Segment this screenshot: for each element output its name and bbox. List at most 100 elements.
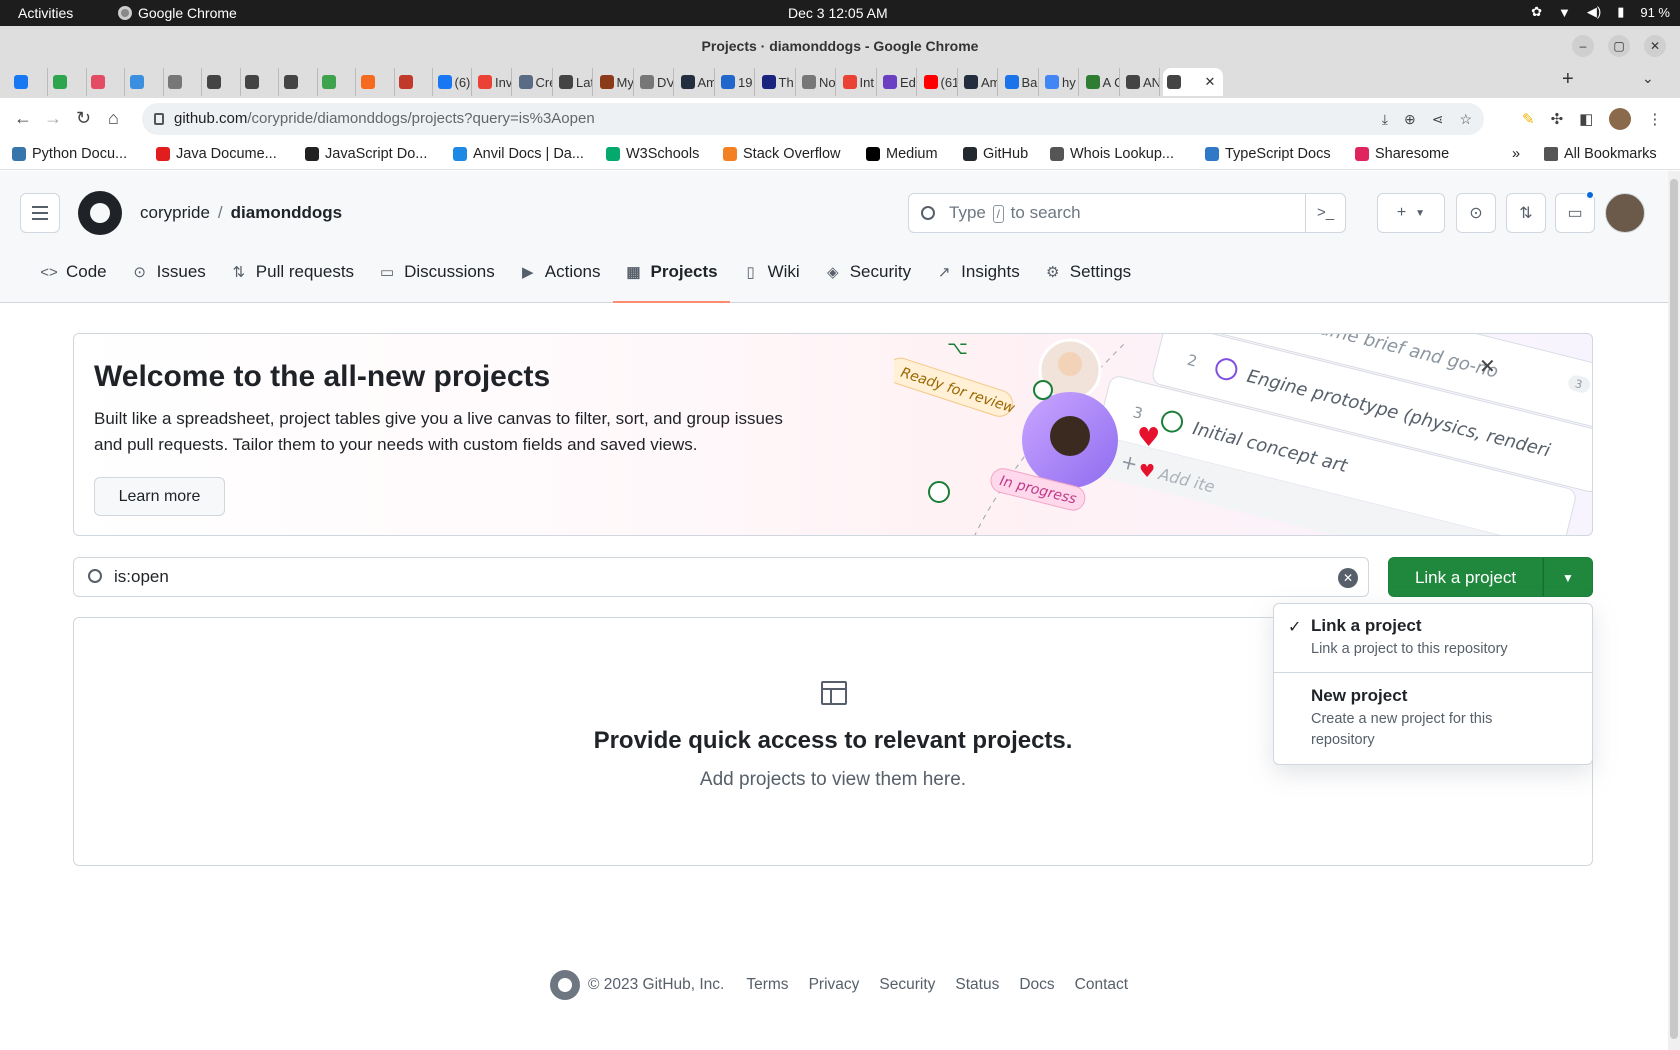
tab-settings[interactable]: ⚙ Settings [1032,249,1143,295]
browser-tab[interactable]: My [596,68,634,96]
browser-tab[interactable]: No [798,68,836,96]
forward-arrow-icon[interactable]: → [44,108,62,129]
new-tab-button[interactable]: + [1562,68,1574,91]
tab-issues[interactable]: ⊙ Issues [119,249,218,295]
profile-avatar[interactable] [1609,108,1632,130]
issues-button[interactable]: ⊙ [1456,193,1496,233]
tab-code[interactable]: <> Code [28,249,119,295]
browser-tab[interactable]: Ba [1001,68,1039,96]
activities-button[interactable]: Activities [18,5,73,21]
reload-icon[interactable]: ↻ [76,108,91,129]
browser-tab[interactable] [87,68,125,96]
repo-name-link[interactable]: diamonddogs [231,203,342,222]
footer-link-privacy[interactable]: Privacy [809,976,860,994]
browser-tab[interactable] [126,68,164,96]
browser-tab[interactable]: Am [677,68,715,96]
install-icon[interactable]: ⤓ [1382,103,1388,135]
browser-tab[interactable]: Inv [474,68,512,96]
close-tab-icon[interactable]: ✕ [1205,74,1216,90]
browser-tab[interactable] [10,68,48,96]
browser-tab[interactable]: 19 [717,68,755,96]
browser-tab[interactable]: Lat [555,68,593,96]
browser-tab[interactable] [357,68,395,96]
create-new-button[interactable]: + ▼ [1377,193,1445,233]
tab-security[interactable]: ◈ Security [812,249,923,295]
tab-search-chevron-icon[interactable]: ⌄ [1642,70,1654,87]
browser-tab[interactable] [395,68,433,96]
learn-more-button[interactable]: Learn more [94,477,225,516]
scrollbar-thumb[interactable] [1670,179,1678,1039]
user-avatar[interactable] [1605,193,1645,233]
bookmark-item[interactable]: Stack Overflow [723,146,841,162]
browser-tab[interactable]: (61 [920,68,958,96]
menu-item-link-project[interactable]: ✓ Link a project Link a project to this … [1274,616,1592,660]
back-arrow-icon[interactable]: ← [14,108,32,129]
tab-active[interactable]: ✕ [1162,68,1223,96]
browser-tab[interactable] [49,68,87,96]
bookmark-item[interactable]: TypeScript Docs [1205,146,1331,162]
footer-link-contact[interactable]: Contact [1075,976,1128,994]
project-filter-input[interactable]: is:open ✕ [73,557,1369,597]
minimize-icon[interactable]: – [1572,35,1594,57]
menu-item-new-project[interactable]: New project Create a new project for thi… [1274,686,1592,751]
hamburger-menu-icon[interactable] [20,193,60,233]
browser-tab[interactable] [241,68,279,96]
share-icon[interactable]: ⋖ [1432,103,1444,135]
tab-wiki[interactable]: ▯ Wiki [730,249,812,295]
browser-tab[interactable] [164,68,202,96]
zoom-icon[interactable]: ⊕ [1404,103,1416,135]
pull-requests-button[interactable]: ⇅ [1506,193,1546,233]
puzzle-extensions-icon[interactable]: ✣ [1551,110,1564,128]
side-panel-icon[interactable]: ◧ [1579,110,1593,128]
close-window-icon[interactable]: ✕ [1644,35,1666,57]
bookmark-item[interactable]: Java Docume... [156,146,277,162]
repo-owner-link[interactable]: corypride [140,203,210,222]
app-menu[interactable]: Google Chrome [118,5,237,21]
link-project-button[interactable]: Link a project [1388,557,1543,597]
bookmark-star-icon[interactable]: ☆ [1459,103,1472,135]
all-bookmarks[interactable]: All Bookmarks [1544,146,1657,162]
close-banner-icon[interactable]: ✕ [1479,354,1496,379]
extension-icon[interactable]: ✎ [1522,110,1535,128]
browser-tab[interactable] [203,68,241,96]
browser-tab[interactable]: Int [839,68,877,96]
footer-link-security[interactable]: Security [879,976,935,994]
bookmark-item[interactable]: Python Docu... [12,146,127,162]
page-scrollbar[interactable] [1668,171,1680,1050]
bookmark-item[interactable]: GitHub [963,146,1028,162]
tab-discussions[interactable]: ▭ Discussions [366,249,507,295]
footer-link-status[interactable]: Status [955,976,999,994]
browser-tab[interactable]: Cre [515,68,553,96]
home-icon[interactable]: ⌂ [108,108,119,129]
maximize-icon[interactable]: ▢ [1608,35,1630,57]
footer-link-terms[interactable]: Terms [746,976,788,994]
github-search-input[interactable]: Type / to search >_ [908,193,1346,233]
browser-tab[interactable]: AN [1122,68,1160,96]
bookmarks-overflow-icon[interactable]: » [1512,146,1520,162]
browser-tab[interactable] [280,68,318,96]
address-bar[interactable]: github.com/corypride/diamonddogs/project… [142,103,1484,135]
tab-projects[interactable]: ▦ Projects [612,249,730,303]
footer-github-logo-icon[interactable] [550,970,580,1000]
command-palette-icon[interactable]: >_ [1305,194,1345,232]
browser-tab[interactable]: A C [1082,68,1120,96]
browser-tab[interactable]: Ed [879,68,917,96]
bookmark-item[interactable]: JavaScript Do... [305,146,427,162]
chrome-menu-icon[interactable]: ⋮ [1647,110,1662,128]
github-logo-icon[interactable] [78,191,122,235]
bookmark-item[interactable]: Medium [866,146,938,162]
browser-tab[interactable] [318,68,356,96]
bookmark-item[interactable]: Sharesome [1355,146,1449,162]
bookmark-item[interactable]: W3Schools [606,146,699,162]
browser-tab[interactable]: Am [960,68,998,96]
tab-insights[interactable]: ↗ Insights [923,249,1032,295]
browser-tab[interactable]: (6) [434,68,472,96]
footer-link-docs[interactable]: Docs [1019,976,1054,994]
browser-tab[interactable]: Th [758,68,796,96]
bookmark-item[interactable]: Whois Lookup... [1050,146,1174,162]
tab-pull-requests[interactable]: ⇅ Pull requests [218,249,366,295]
bookmark-item[interactable]: Anvil Docs | Da... [453,146,584,162]
clock[interactable]: Dec 3 12:05 AM [788,5,888,21]
link-project-dropdown-caret-icon[interactable]: ▼ [1543,557,1593,597]
site-info-icon[interactable] [154,113,164,125]
